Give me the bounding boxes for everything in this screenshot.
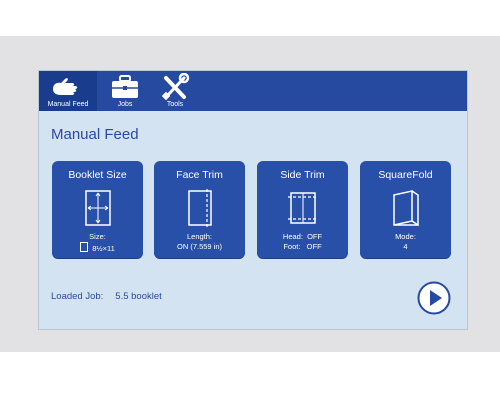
face-trim-icon	[188, 189, 212, 227]
tab-tools-label: Tools	[166, 101, 184, 108]
tab-jobs[interactable]: Jobs	[105, 71, 145, 111]
tab-manual-feed-label: Manual Feed	[47, 101, 89, 108]
foot-row: Foot: OFF	[257, 242, 348, 251]
head-row: Head: OFF	[257, 232, 348, 241]
page-title: Manual Feed	[51, 126, 139, 143]
page-icon	[80, 242, 89, 252]
booklet-size-icon	[85, 190, 111, 226]
tile-title: Booklet Size	[68, 169, 127, 181]
hand-icon	[53, 78, 78, 95]
head-label: Head:	[282, 232, 303, 241]
foot-value: OFF	[306, 242, 322, 251]
tools-icon	[161, 73, 190, 101]
side-trim-icon	[288, 192, 318, 224]
size-value: 8½×11	[92, 244, 115, 253]
briefcase-icon	[112, 75, 138, 98]
booklet-size-tile[interactable]: Booklet Size Size: 8½×11	[52, 161, 143, 258]
tile-title: SquareFold	[378, 169, 433, 181]
touch-screen: Manual Feed Jobs Tools Manual Feed Bookl…	[38, 70, 468, 330]
mode-label: Mode:	[395, 232, 416, 241]
size-value-row: 8½×11	[52, 242, 143, 253]
side-trim-tile[interactable]: Side Trim Head: OFF Foot: OFF	[257, 161, 348, 258]
face-trim-tile[interactable]: Face Trim Length: ON (7.559 in)	[154, 161, 245, 258]
tab-tools[interactable]: Tools	[155, 71, 195, 111]
start-play-button[interactable]	[417, 281, 451, 315]
loaded-job-value: 5.5 booklet	[115, 291, 162, 302]
tile-title: Side Trim	[280, 169, 325, 181]
squarefold-icon	[393, 190, 419, 227]
tab-jobs-label: Jobs	[117, 101, 133, 108]
length-label: Length:	[186, 232, 213, 241]
foot-label: Foot:	[283, 242, 301, 251]
size-label: Size:	[89, 232, 106, 241]
tile-title: Face Trim	[176, 169, 223, 181]
length-value: ON (7.559 in)	[176, 242, 223, 251]
loaded-job-status: Loaded Job: 5.5 booklet	[51, 291, 162, 302]
tab-manual-feed[interactable]: Manual Feed	[39, 71, 97, 111]
top-nav-bar: Manual Feed Jobs Tools	[39, 71, 467, 111]
head-value: OFF	[307, 232, 323, 241]
mode-value: 4	[403, 242, 408, 251]
loaded-job-label: Loaded Job:	[51, 291, 104, 302]
squarefold-tile[interactable]: SquareFold Mode: 4	[360, 161, 451, 258]
